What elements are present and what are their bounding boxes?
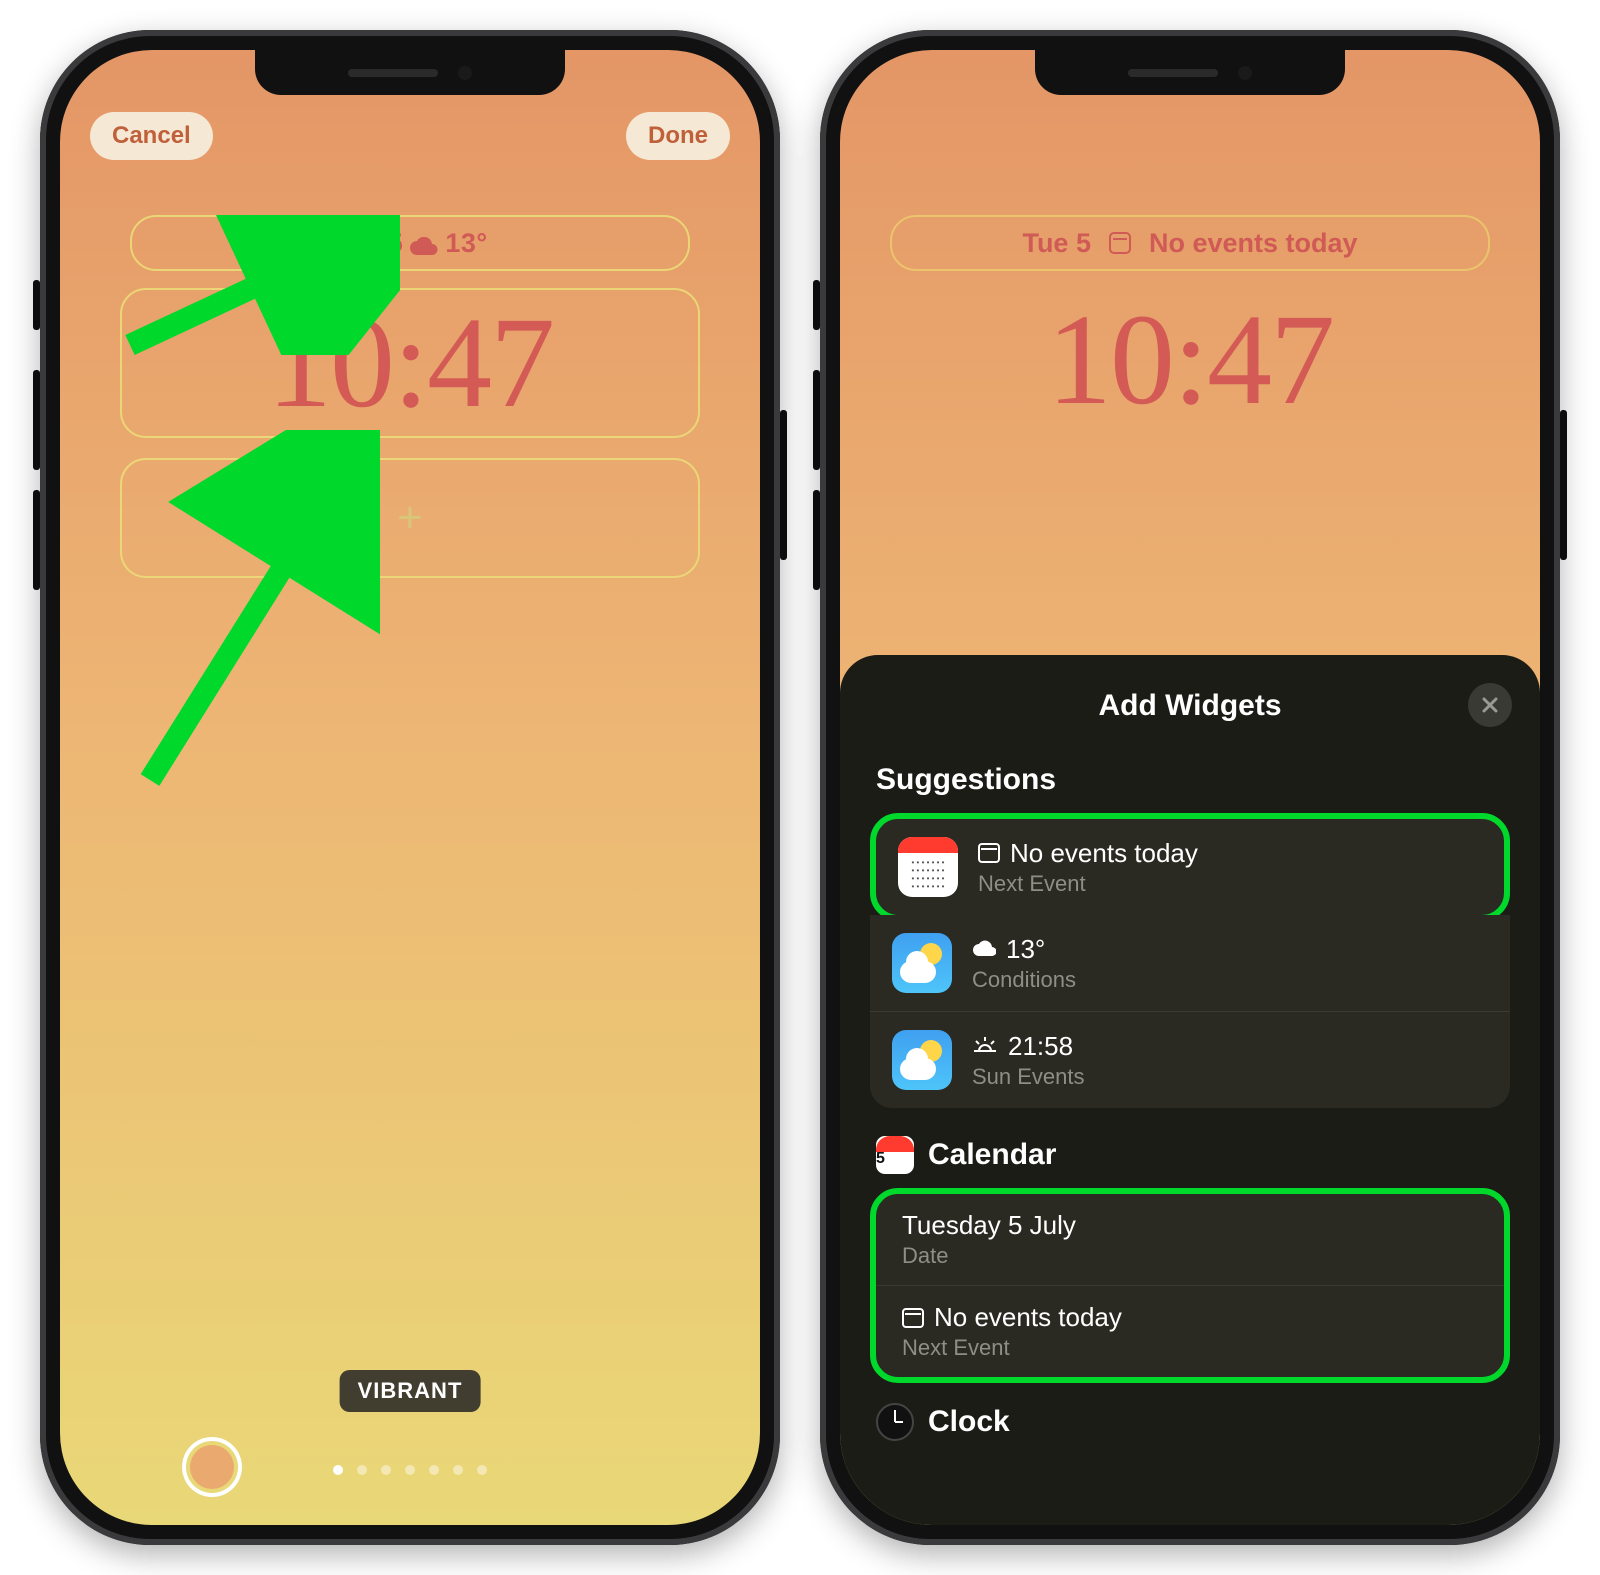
date-text: Tue 5 <box>332 228 403 259</box>
calendar-icon <box>902 1308 924 1328</box>
sheet-title: Add Widgets <box>870 689 1510 723</box>
widget-subtitle: Next Event <box>902 1335 1478 1361</box>
time-text: 10:47 <box>267 298 553 428</box>
widget-title: No events today <box>934 1302 1122 1333</box>
add-widgets-sheet: Add Widgets Suggestions • • • • • • •• •… <box>840 655 1540 1525</box>
add-widget-slot[interactable]: + <box>120 458 700 578</box>
calendar-widgets-card: Tuesday 5 July Date No events today Next… <box>870 1188 1510 1383</box>
screen-right: Tue 5 No events today 10:47 Add Widgets … <box>840 50 1540 1525</box>
cancel-button[interactable]: Cancel <box>90 112 213 160</box>
page-dots[interactable] <box>333 1465 487 1475</box>
calendar-next-event-widget[interactable]: No events today Next Event <box>876 1286 1504 1377</box>
plus-icon: + <box>397 493 423 543</box>
suggestions-heading: Suggestions <box>876 763 1504 797</box>
suggestion-next-event[interactable]: • • • • • • •• • • • • • •• • • • • • ••… <box>870 813 1510 921</box>
calendar-section-header[interactable]: 5 Calendar <box>876 1136 1504 1174</box>
clock-section-header[interactable]: Clock <box>876 1403 1504 1441</box>
date-events-widget-slot[interactable]: Tue 5 No events today <box>890 215 1490 271</box>
calendar-heading: Calendar <box>928 1138 1056 1172</box>
suggestion-title: No events today <box>1010 838 1198 869</box>
sunset-icon <box>972 1031 998 1062</box>
cloud-icon <box>409 233 439 253</box>
suggestion-title: 21:58 <box>1008 1031 1073 1062</box>
suggestion-conditions[interactable]: 13° Conditions <box>870 915 1510 1012</box>
notch <box>1035 50 1345 95</box>
wallpaper <box>60 50 760 1525</box>
calendar-app-icon: • • • • • • •• • • • • • •• • • • • • ••… <box>898 837 958 897</box>
filter-label: VIBRANT <box>340 1370 481 1412</box>
weather-app-icon <box>892 1030 952 1090</box>
color-swatch-button[interactable] <box>190 1445 234 1489</box>
temperature-text: 13° <box>445 228 487 259</box>
time-text: 10:47 <box>1047 285 1333 435</box>
screen-left: Cancel Done Tue 5 13° 10:47 + VIBRANT <box>60 50 760 1525</box>
suggestion-subtitle: Sun Events <box>972 1064 1085 1090</box>
phone-left: Cancel Done Tue 5 13° 10:47 + VIBRANT <box>40 30 780 1545</box>
date-text: Tue 5 <box>1022 228 1091 259</box>
calendar-icon <box>978 843 1000 863</box>
clock-icon <box>876 1403 914 1441</box>
suggestion-title: 13° <box>1006 934 1045 965</box>
date-weather-widget-slot[interactable]: Tue 5 13° <box>130 215 690 271</box>
done-button[interactable]: Done <box>626 112 730 160</box>
suggestions-card: 13° Conditions 21:58 Sun Events <box>870 915 1510 1108</box>
calendar-icon <box>1109 232 1131 254</box>
notch <box>255 50 565 95</box>
weather-app-icon <box>892 933 952 993</box>
widget-subtitle: Date <box>902 1243 1478 1269</box>
suggestion-subtitle: Conditions <box>972 967 1076 993</box>
events-text: No events today <box>1149 228 1358 259</box>
time-widget-slot[interactable]: 10:47 <box>120 288 700 438</box>
clock-heading: Clock <box>928 1405 1010 1439</box>
calendar-date-widget[interactable]: Tuesday 5 July Date <box>876 1194 1504 1286</box>
suggestion-subtitle: Next Event <box>978 871 1198 897</box>
close-icon <box>1480 695 1500 715</box>
widget-title: Tuesday 5 July <box>902 1210 1076 1241</box>
suggestion-sun-events[interactable]: 21:58 Sun Events <box>870 1012 1510 1108</box>
cloud-icon <box>972 934 996 965</box>
phone-right: Tue 5 No events today 10:47 Add Widgets … <box>820 30 1560 1545</box>
calendar-app-icon: 5 <box>876 1136 914 1174</box>
close-button[interactable] <box>1468 683 1512 727</box>
